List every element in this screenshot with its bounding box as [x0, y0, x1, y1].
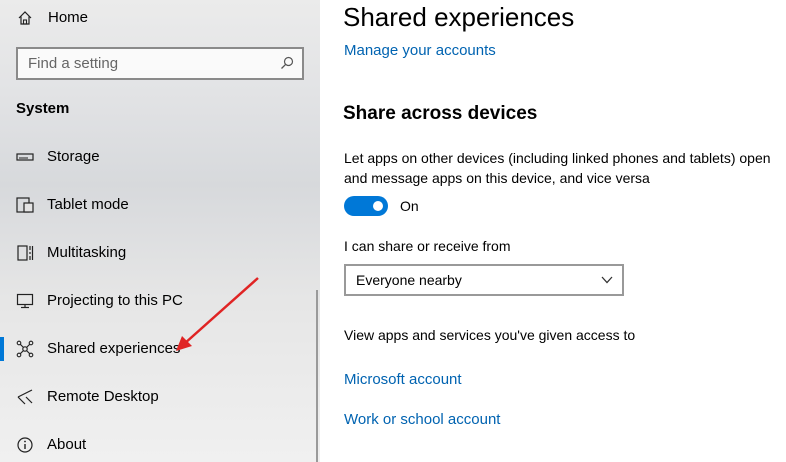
- sidebar-item-label: Home: [48, 9, 89, 26]
- share-from-dropdown[interactable]: Everyone nearby: [344, 264, 624, 296]
- sidebar-item-label: Storage: [47, 148, 100, 165]
- sidebar-item-about[interactable]: About: [0, 423, 318, 462]
- sidebar-item-projecting[interactable]: Projecting to this PC: [0, 279, 318, 323]
- sidebar-scrollbar[interactable]: [316, 290, 318, 462]
- sidebar-item-label: Shared experiences: [47, 340, 181, 357]
- info-icon: [17, 437, 33, 453]
- sidebar-item-multitasking[interactable]: Multitasking: [0, 231, 318, 275]
- chevron-down-icon: [601, 276, 613, 284]
- sidebar-item-remote-desktop[interactable]: Remote Desktop: [0, 375, 318, 419]
- sidebar-item-storage[interactable]: Storage: [0, 135, 318, 179]
- remote-desktop-icon: [17, 389, 33, 405]
- share-description: Let apps on other devices (including lin…: [344, 150, 771, 186]
- sidebar-item-label: Multitasking: [47, 244, 127, 261]
- sidebar-item-label: Remote Desktop: [47, 388, 159, 405]
- search-icon[interactable]: [280, 56, 294, 70]
- sidebar-item-label: About: [47, 436, 87, 453]
- settings-content: Shared experiences Manage your accounts …: [320, 0, 786, 462]
- access-info-text: View apps and services you've given acce…: [344, 327, 636, 343]
- search-box: [16, 47, 304, 80]
- storage-icon: [16, 153, 34, 161]
- work-school-account-link[interactable]: Work or school account: [344, 411, 500, 428]
- search-input[interactable]: [18, 49, 278, 78]
- page-title: Shared experiences: [343, 2, 575, 32]
- settings-sidebar: Home System Storage Tablet mode Mul: [0, 0, 320, 462]
- share-across-devices-heading: Share across devices: [343, 103, 538, 124]
- share-across-devices-toggle[interactable]: [344, 196, 388, 216]
- section-title: System: [16, 100, 70, 117]
- sidebar-item-label: Tablet mode: [47, 196, 129, 213]
- sidebar-item-label: Projecting to this PC: [47, 292, 183, 309]
- sidebar-item-shared-experiences[interactable]: Shared experiences: [0, 327, 318, 371]
- share-from-label: I can share or receive from: [344, 238, 511, 254]
- microsoft-account-link[interactable]: Microsoft account: [344, 371, 462, 388]
- toggle-state-label: On: [400, 198, 419, 214]
- sidebar-item-tablet-mode[interactable]: Tablet mode: [0, 183, 318, 227]
- active-indicator: [0, 337, 4, 361]
- tablet-mode-icon: [16, 197, 34, 213]
- sidebar-item-home[interactable]: Home: [0, 4, 320, 32]
- dropdown-value: Everyone nearby: [356, 272, 462, 288]
- projecting-icon: [16, 293, 34, 309]
- toggle-knob: [373, 201, 383, 211]
- multitasking-icon: [17, 245, 34, 261]
- shared-experiences-icon: [16, 340, 34, 358]
- home-icon: [18, 11, 32, 25]
- manage-accounts-link[interactable]: Manage your accounts: [344, 42, 496, 59]
